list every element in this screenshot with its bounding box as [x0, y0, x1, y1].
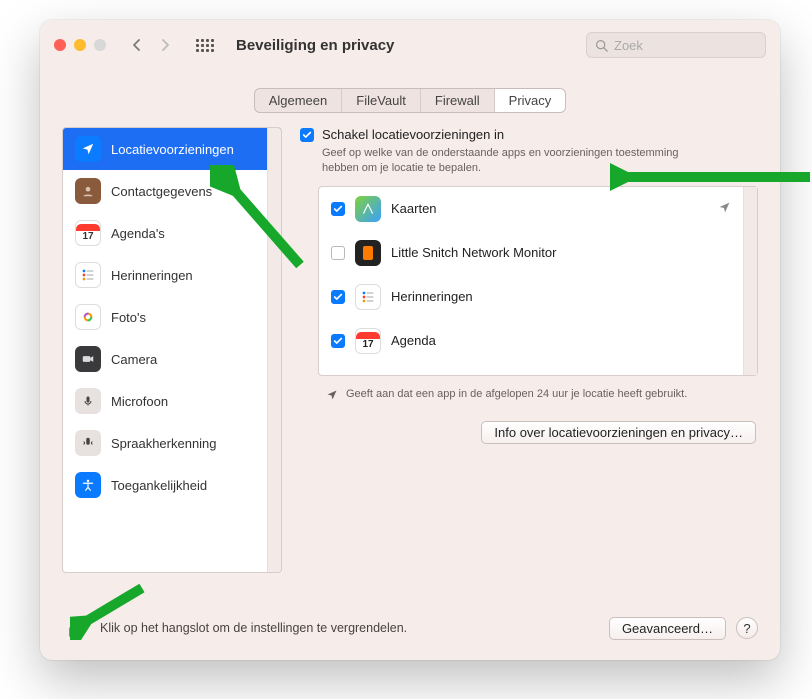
sidebar-item-accessibility[interactable]: Toegankelijkheid — [63, 464, 281, 506]
sidebar-item-label: Herinneringen — [111, 268, 193, 283]
accessibility-icon — [75, 472, 101, 498]
sidebar-item-label: Locatievoorzieningen — [111, 142, 234, 157]
search-field[interactable] — [586, 32, 766, 58]
calendar-icon: 17 — [75, 220, 101, 246]
back-button[interactable] — [126, 34, 148, 56]
window-controls — [54, 39, 106, 51]
search-icon — [595, 39, 608, 52]
close-window-button[interactable] — [54, 39, 66, 51]
app-checkbox[interactable] — [331, 202, 345, 216]
app-checkbox[interactable] — [331, 290, 345, 304]
littlesnitch-app-icon — [355, 240, 381, 266]
sidebar-item-calendars[interactable]: 17 Agenda's — [63, 212, 281, 254]
location-arrow-icon — [326, 389, 338, 404]
help-button[interactable]: ? — [736, 617, 758, 639]
tab-algemeen[interactable]: Algemeen — [255, 89, 343, 112]
search-input[interactable] — [614, 38, 757, 53]
tab-firewall[interactable]: Firewall — [421, 89, 495, 112]
forward-button[interactable] — [154, 34, 176, 56]
titlebar: Beveiliging en privacy — [40, 20, 780, 70]
mic-icon — [75, 388, 101, 414]
recent-usage-note: Geeft aan dat een app in de afgelopen 24… — [326, 388, 706, 403]
applist-scrollbar[interactable] — [743, 187, 757, 375]
footer: Klik op het hangslot om de instellingen … — [62, 614, 758, 642]
sidebar-scrollbar[interactable] — [267, 128, 281, 572]
sidebar-item-reminders[interactable]: Herinneringen — [63, 254, 281, 296]
reminders-icon — [75, 262, 101, 288]
zoom-window-button[interactable] — [94, 39, 106, 51]
photos-icon — [75, 304, 101, 330]
sidebar-item-label: Foto's — [111, 310, 146, 325]
sidebar-item-location[interactable]: Locatievoorzieningen — [63, 128, 281, 170]
app-label: Little Snitch Network Monitor — [391, 245, 556, 260]
enable-location-checkbox[interactable] — [300, 128, 314, 142]
sidebar-item-label: Agenda's — [111, 226, 165, 241]
location-privacy-info-button[interactable]: Info over locatievoorzieningen en privac… — [481, 421, 756, 444]
reminders-app-icon — [355, 284, 381, 310]
minimize-window-button[interactable] — [74, 39, 86, 51]
sidebar-item-camera[interactable]: Camera — [63, 338, 281, 380]
sidebar-item-label: Toegankelijkheid — [111, 478, 207, 493]
sidebar-item-contacts[interactable]: Contactgegevens — [63, 170, 281, 212]
sidebar-item-microphone[interactable]: Microfoon — [63, 380, 281, 422]
app-label: Agenda — [391, 333, 436, 348]
sidebar-item-label: Microfoon — [111, 394, 168, 409]
detail-panel: Schakel locatievoorzieningen in Geef op … — [300, 127, 758, 573]
enable-location-row[interactable]: Schakel locatievoorzieningen in — [300, 127, 758, 142]
advanced-button[interactable]: Geavanceerd… — [609, 617, 726, 640]
app-row-calendar[interactable]: 17 Agenda — [319, 319, 757, 363]
prefs-window: Beveiliging en privacy Algemeen FileVaul… — [40, 20, 780, 660]
contacts-icon — [75, 178, 101, 204]
calendar-app-icon: 17 — [355, 328, 381, 354]
app-label: Kaarten — [391, 201, 437, 216]
app-checkbox[interactable] — [331, 246, 345, 260]
speech-icon — [75, 430, 101, 456]
show-all-icon[interactable] — [194, 34, 216, 56]
tabs: Algemeen FileVault Firewall Privacy — [40, 88, 780, 113]
recent-location-icon — [718, 201, 743, 217]
privacy-category-list[interactable]: Locatievoorzieningen Contactgegevens 17 … — [62, 127, 282, 573]
sidebar-item-label: Contactgegevens — [111, 184, 212, 199]
tab-filevault[interactable]: FileVault — [342, 89, 421, 112]
location-icon — [75, 136, 101, 162]
app-permission-list[interactable]: Kaarten Little Snitch Network Monitor — [318, 186, 758, 376]
camera-icon — [75, 346, 101, 372]
sidebar-item-label: Camera — [111, 352, 157, 367]
lock-button[interactable] — [62, 614, 90, 642]
maps-app-icon — [355, 196, 381, 222]
enable-hint: Geef op welke van de onderstaande apps e… — [322, 146, 702, 176]
sidebar-item-label: Spraakherkenning — [111, 436, 217, 451]
app-checkbox[interactable] — [331, 334, 345, 348]
lock-text: Klik op het hangslot om de instellingen … — [100, 621, 407, 635]
tab-privacy[interactable]: Privacy — [495, 89, 566, 112]
app-label: Herinneringen — [391, 289, 473, 304]
app-row-reminders[interactable]: Herinneringen — [319, 275, 757, 319]
app-row-littlesnitch[interactable]: Little Snitch Network Monitor — [319, 231, 757, 275]
app-row-maps[interactable]: Kaarten — [319, 187, 757, 231]
enable-location-label: Schakel locatievoorzieningen in — [322, 127, 504, 142]
window-title: Beveiliging en privacy — [236, 37, 394, 54]
sidebar-item-photos[interactable]: Foto's — [63, 296, 281, 338]
sidebar-item-speech[interactable]: Spraakherkenning — [63, 422, 281, 464]
